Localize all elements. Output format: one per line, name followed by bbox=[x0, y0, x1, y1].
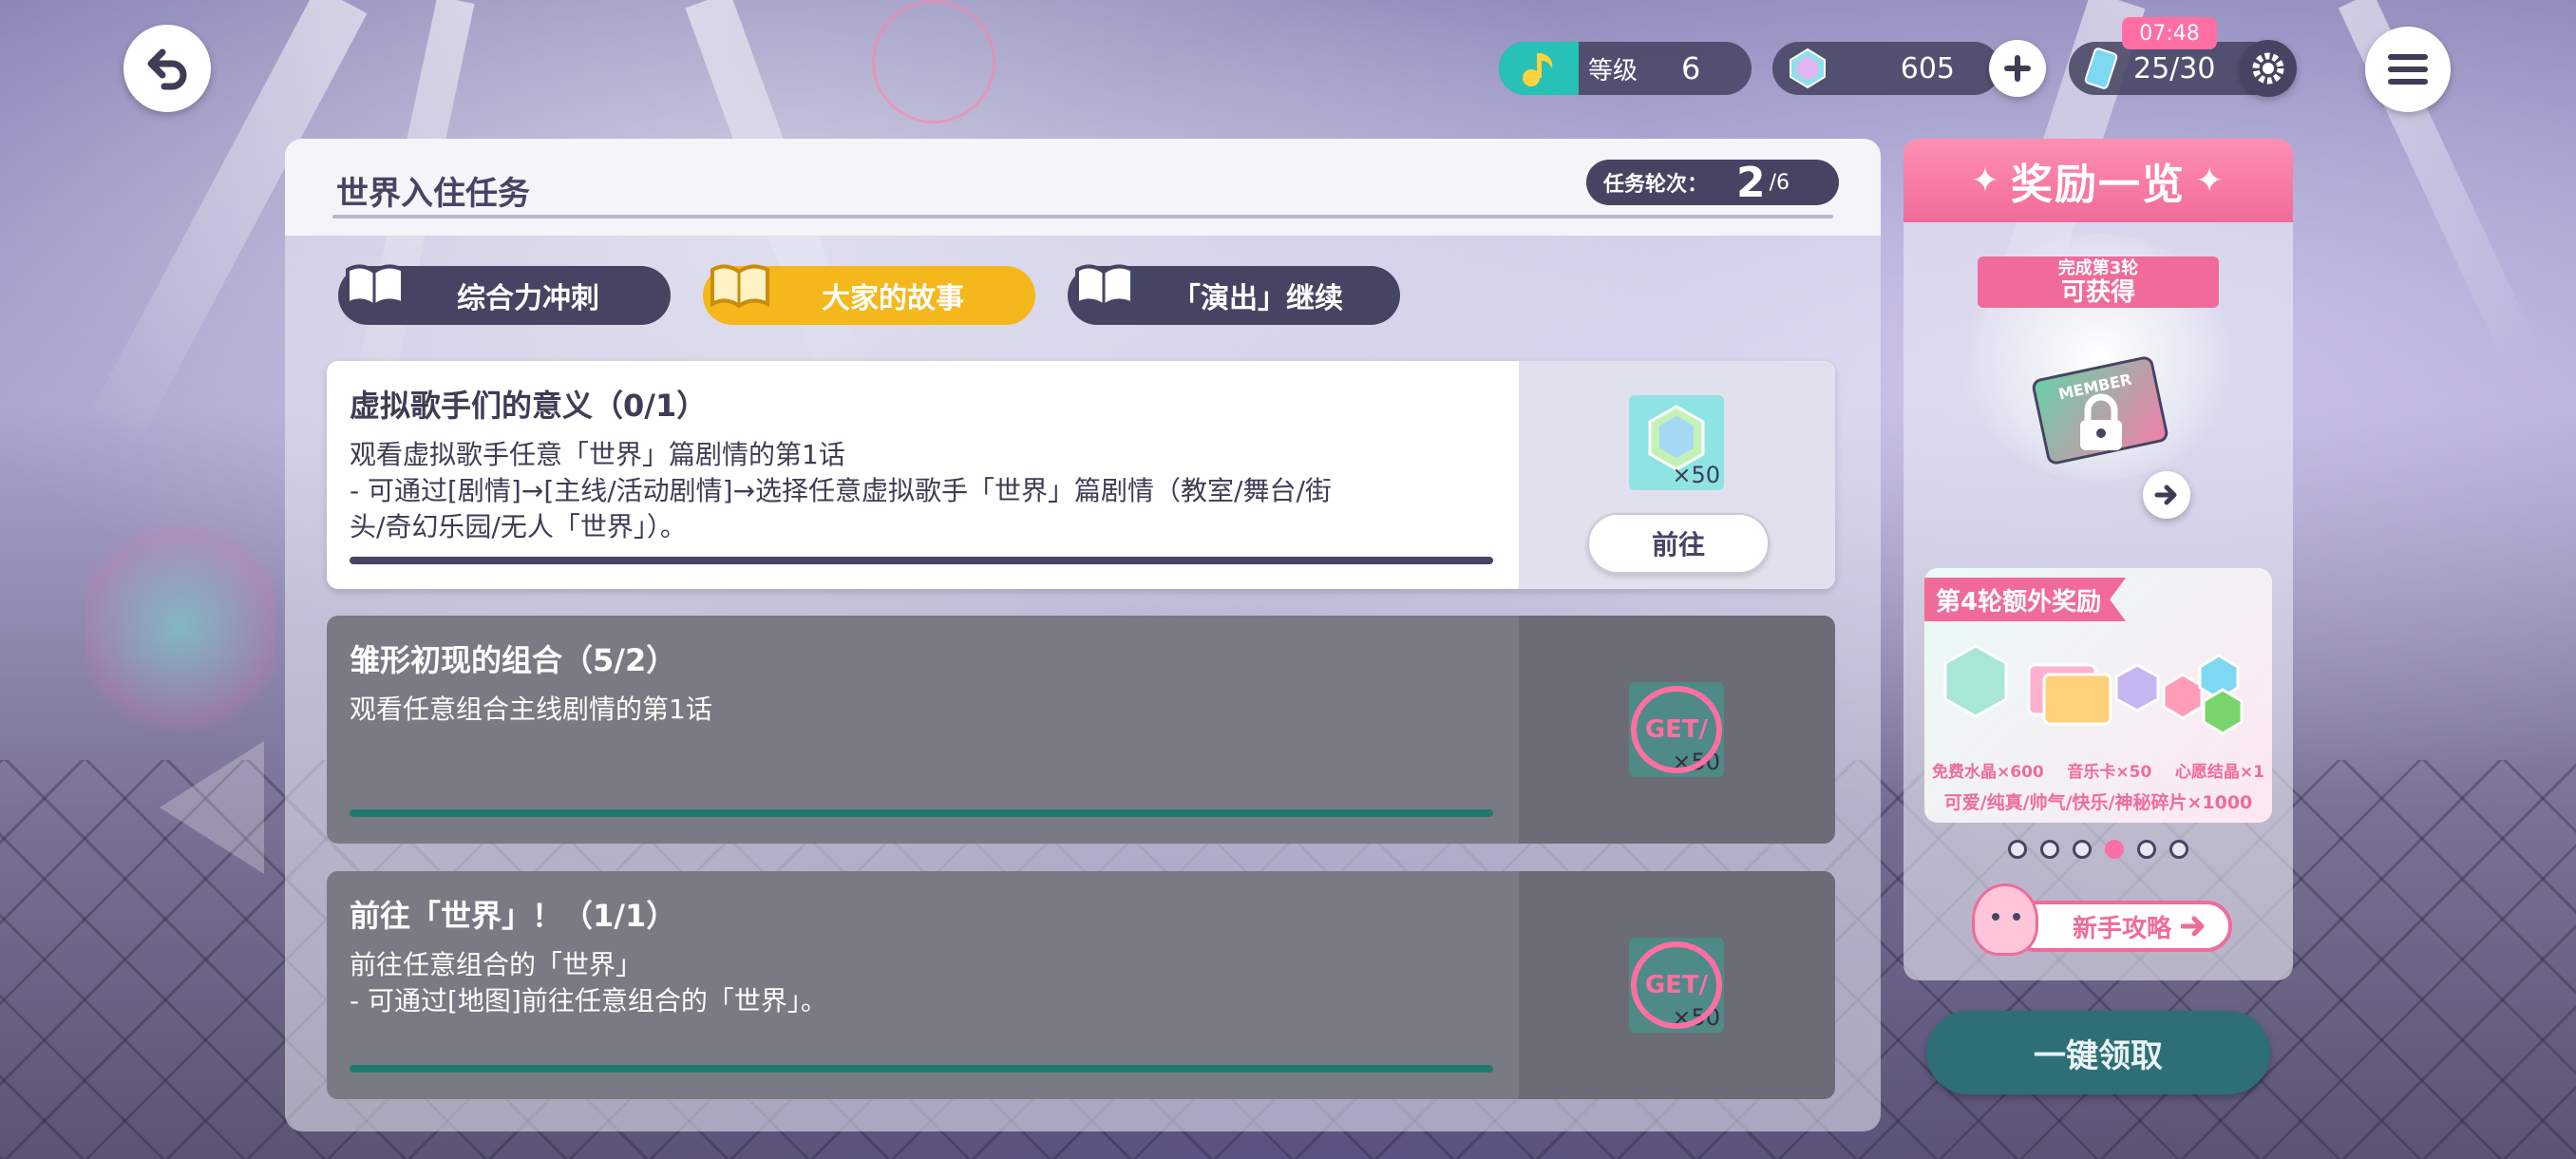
reward-pagination bbox=[2008, 840, 2188, 859]
go-button[interactable]: 前往 bbox=[1587, 513, 1770, 574]
arrow-right-icon bbox=[2154, 484, 2177, 505]
page-dot-active[interactable] bbox=[2105, 840, 2124, 859]
energy-ticket-icon bbox=[2084, 48, 2118, 89]
task-desc-line: - 可通过[地图]前往任意组合的「世界」。 bbox=[350, 985, 827, 1016]
level-label: 等级 bbox=[1588, 56, 1638, 86]
tab-label: 综合力冲刺 bbox=[457, 282, 599, 315]
task-desc-line: - 可通过[剧情]→[主线/活动剧情]→选择任意虚拟歌手「世界」篇剧情（教室/舞… bbox=[350, 475, 1332, 506]
sparkle-icon: ✦ bbox=[2195, 161, 2226, 200]
round-total: /6 bbox=[1769, 170, 1790, 195]
page-dot[interactable] bbox=[2137, 840, 2156, 859]
task-side: ×50 GET/ bbox=[1519, 616, 1835, 844]
hamburger-icon bbox=[2388, 54, 2428, 85]
tab-everyone-story[interactable]: 大家的故事 bbox=[703, 264, 1035, 325]
task-content: 虚拟歌手们的意义（0/1） 观看虚拟歌手任意「世界」篇剧情的第1话 - 可通过[… bbox=[327, 361, 1519, 589]
task-progress-bar bbox=[350, 1065, 1493, 1073]
go-button-label: 前往 bbox=[1651, 529, 1705, 560]
task-card-3: 前往「世界」！（1/1） 前往任意组合的「世界」 - 可通过[地图]前往任意组合… bbox=[327, 871, 1835, 1099]
plus-icon bbox=[2004, 55, 2031, 82]
energy-timer-badge: 07:48 bbox=[2122, 17, 2217, 49]
bonus-item-music-card: 音乐卡×50 bbox=[2067, 763, 2152, 782]
bonus-items-art bbox=[1938, 636, 2259, 741]
back-button[interactable] bbox=[123, 25, 211, 112]
page-dot[interactable] bbox=[2008, 840, 2027, 859]
book-icon bbox=[710, 264, 769, 309]
back-arrow-icon bbox=[147, 48, 187, 90]
reward-ribbon: 完成第3轮 可获得 bbox=[1978, 256, 2219, 308]
crystal-reward-icon: ×50 GET/ bbox=[1629, 682, 1724, 777]
page-dot[interactable] bbox=[2040, 840, 2059, 859]
energy-value: 25/30 bbox=[2133, 51, 2216, 86]
reward-header: ✦ 奖励一览 ✦ bbox=[1904, 139, 2293, 222]
obtained-stamp: GET/ bbox=[1631, 941, 1722, 1029]
menu-button[interactable] bbox=[2365, 27, 2451, 112]
task-content: 雏形初现的组合（5/2） 观看任意组合主线剧情的第1话 bbox=[327, 616, 1519, 844]
task-progress-bar bbox=[350, 809, 1493, 817]
ribbon-top-text: 完成第3轮 bbox=[2057, 258, 2139, 278]
task-desc-line: 观看虚拟歌手任意「世界」篇剧情的第1话 bbox=[350, 439, 845, 470]
sparkle-icon: ✦ bbox=[1970, 161, 2001, 200]
panel-header: 世界入住任务 任务轮次： 2 /6 bbox=[285, 139, 1881, 236]
guide-label: 新手攻略 bbox=[2072, 914, 2171, 943]
crystal-reward-icon: ×50 GET/ bbox=[1629, 938, 1724, 1033]
bonus-item-crystal: 免费水晶×600 bbox=[1932, 763, 2044, 782]
tab-power-sprint[interactable]: 综合力冲刺 bbox=[338, 264, 671, 325]
page-dot[interactable] bbox=[2169, 840, 2188, 859]
page-dot[interactable] bbox=[2073, 840, 2092, 859]
task-desc-line: 前往任意组合的「世界」 bbox=[350, 949, 643, 980]
bonus-reward-card[interactable]: 第4轮额外奖励 免费水晶×600 音乐卡×50 心愿结晶×1 可爱/纯真/帅气/… bbox=[1924, 568, 2272, 823]
obtained-stamp: GET/ bbox=[1631, 686, 1722, 773]
task-title: 前往「世界」！（1/1） bbox=[350, 898, 677, 934]
tab-label: 大家的故事 bbox=[822, 282, 964, 315]
claim-all-button[interactable]: 一键领取 bbox=[1926, 1011, 2270, 1094]
bonus-line-2: 可爱/纯真/帅气/快乐/神秘碎片×1000 bbox=[1943, 792, 2253, 813]
stamp-text: GET/ bbox=[1644, 715, 1709, 744]
energy-timer: 07:48 bbox=[2139, 21, 2200, 46]
crystal-icon bbox=[1790, 48, 1826, 89]
task-card-2: 雏形初现的组合（5/2） 观看任意组合主线剧情的第1话 ×50 GET/ bbox=[327, 616, 1835, 844]
crystal-count: 605 bbox=[1900, 51, 1955, 86]
reward-quantity: ×50 bbox=[1672, 462, 1720, 488]
bonus-title: 第4轮额外奖励 bbox=[1936, 587, 2102, 617]
task-desc-line: 观看任意组合主线剧情的第1话 bbox=[350, 694, 712, 725]
gear-icon bbox=[2252, 52, 2284, 85]
tab-show-continue[interactable]: 「演出」继续 bbox=[1068, 264, 1400, 325]
reward-header-title: 奖励一览 bbox=[2011, 161, 2186, 209]
bonus-item-wish-crystal: 心愿结晶×1 bbox=[2174, 763, 2264, 782]
beginner-guide-button[interactable]: 新手攻略 bbox=[1972, 884, 2232, 956]
settings-button[interactable] bbox=[2240, 40, 2297, 97]
task-title: 雏形初现的组合（5/2） bbox=[350, 642, 677, 678]
book-icon bbox=[1075, 264, 1134, 309]
task-content: 前往「世界」！（1/1） 前往任意组合的「世界」 - 可通过[地图]前往任意组合… bbox=[327, 871, 1519, 1099]
next-reward-button[interactable] bbox=[2143, 471, 2190, 519]
task-desc-line: 头/奇幻乐园/无人「世界」）。 bbox=[350, 511, 687, 542]
crystal-reward-icon: ×50 bbox=[1629, 395, 1724, 490]
task-title: 虚拟歌手们的意义（0/1） bbox=[350, 388, 708, 424]
add-crystal-button[interactable] bbox=[1989, 40, 2046, 97]
music-note-icon bbox=[1499, 42, 1579, 95]
round-current: 2 bbox=[1736, 158, 1766, 207]
tab-label: 「演出」继续 bbox=[1172, 282, 1343, 315]
header-divider bbox=[332, 215, 1833, 218]
task-side: ×50 GET/ bbox=[1519, 871, 1835, 1099]
panel-title: 世界入住任务 bbox=[336, 175, 530, 213]
claim-all-label: 一键领取 bbox=[2034, 1036, 2163, 1075]
bonus-line-1: 免费水晶×600 音乐卡×50 心愿结晶×1 bbox=[1932, 758, 2264, 782]
mascot-icon bbox=[1972, 884, 2038, 956]
round-counter: 任务轮次： 2 /6 bbox=[1586, 158, 1839, 207]
ribbon-bottom-text: 可获得 bbox=[2060, 278, 2135, 307]
task-side: ×50 前往 bbox=[1519, 361, 1835, 589]
arrow-right-icon bbox=[2181, 916, 2205, 937]
level-display: 等级 6 bbox=[1499, 42, 1752, 95]
stamp-text: GET/ bbox=[1644, 971, 1709, 999]
level-value: 6 bbox=[1681, 50, 1701, 86]
lock-icon bbox=[2080, 393, 2122, 450]
bonus-title-tag: 第4轮额外奖励 bbox=[1924, 578, 2127, 621]
round-label: 任务轮次： bbox=[1603, 173, 1709, 197]
task-card-1: 虚拟歌手们的意义（0/1） 观看虚拟歌手任意「世界」篇剧情的第1话 - 可通过[… bbox=[327, 361, 1835, 589]
crystal-display: 605 bbox=[1772, 42, 2000, 95]
task-progress-bar bbox=[350, 557, 1493, 564]
book-icon bbox=[346, 264, 405, 309]
